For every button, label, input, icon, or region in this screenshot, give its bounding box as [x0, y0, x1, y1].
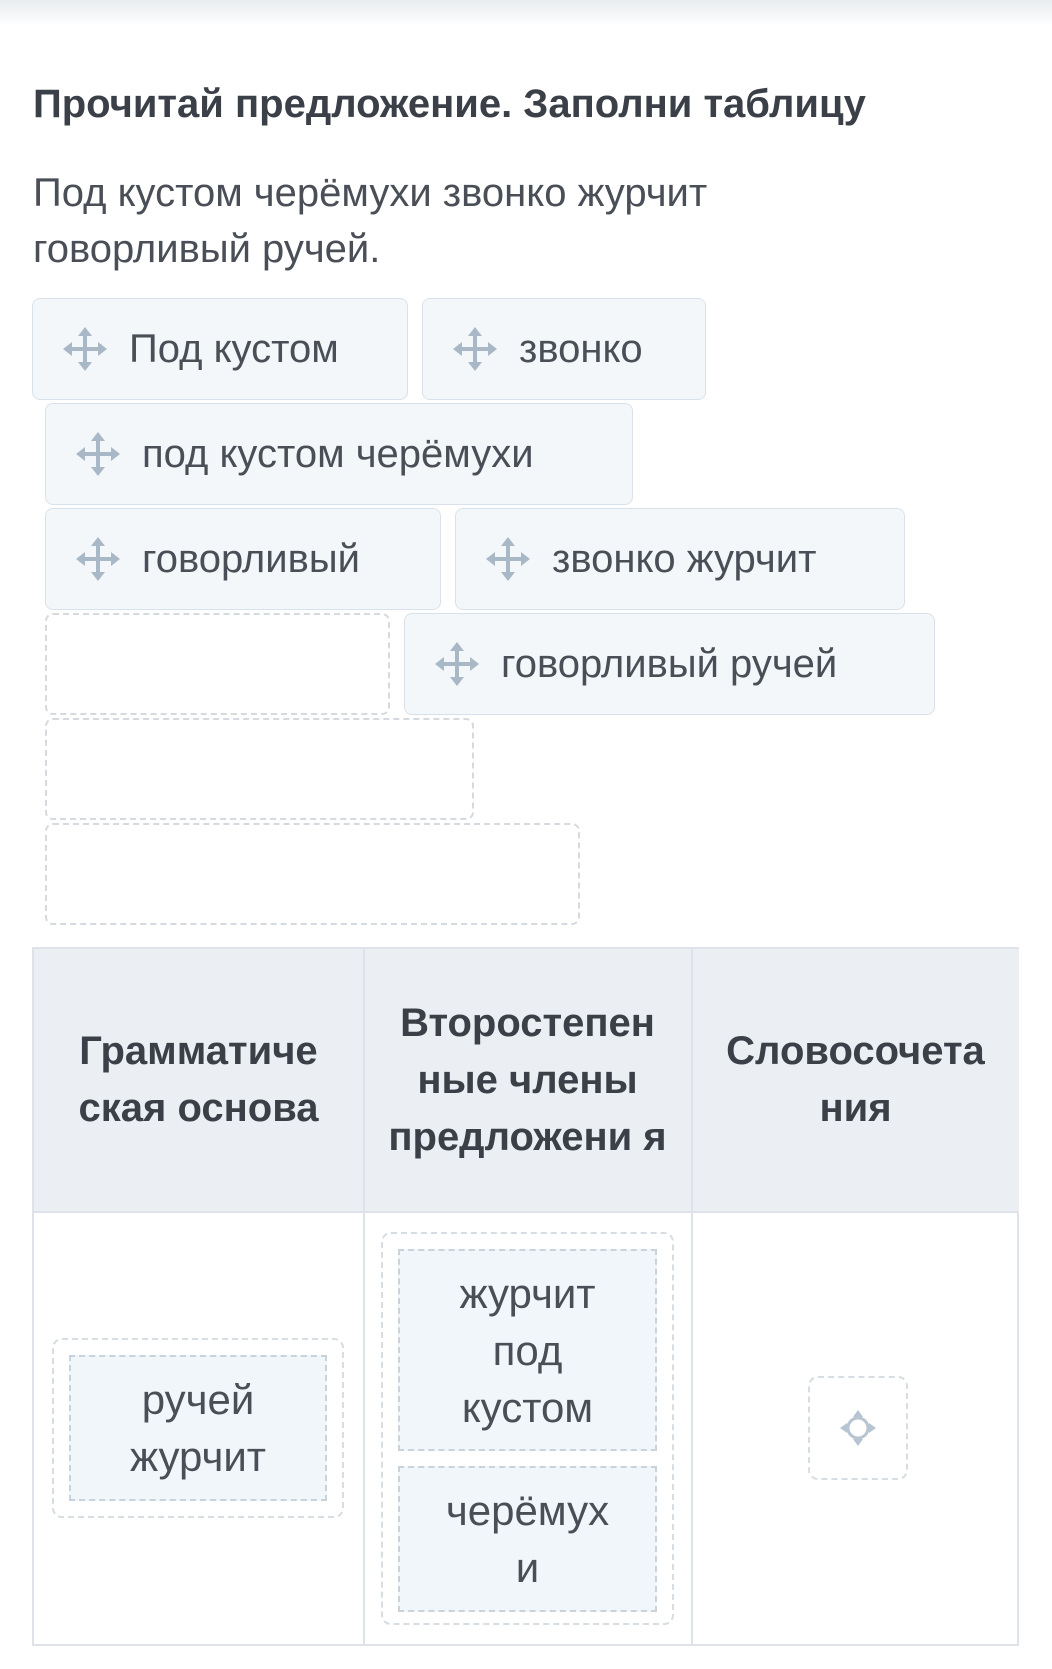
answer-card-label: журчит под кустом — [459, 1269, 596, 1431]
drop-zone-grammatical-basis[interactable]: ручей журчит — [52, 1338, 344, 1518]
move-icon — [76, 432, 120, 476]
header-secondary-members: Второстепен ные члены предложени я — [363, 949, 692, 1213]
answer-card-label: черёмух и — [445, 1487, 610, 1591]
answer-card[interactable]: журчит под кустом — [398, 1249, 657, 1451]
header-label: Второстепен ные члены предложени я — [388, 1000, 667, 1159]
move-icon — [76, 537, 120, 581]
chip-zvonko-zhurchit[interactable]: звонко журчит — [455, 508, 905, 610]
chip-label: звонко — [519, 326, 643, 371]
chip-zvonko[interactable]: звонко — [422, 298, 706, 400]
task-sentence: Под кустом черёмухи звонко журчит говорл… — [33, 171, 708, 271]
column-divider — [363, 949, 365, 1644]
header-label: Грамматиче ская основа — [78, 1029, 319, 1130]
chip-label: говорливый ручей — [501, 641, 838, 686]
answer-card[interactable]: черёмух и — [398, 1466, 657, 1612]
move-icon — [486, 537, 530, 581]
chip-govorlivyi[interactable]: говорливый — [45, 508, 441, 610]
chip-govorlivyi-ruchei[interactable]: говорливый ручей — [404, 613, 935, 715]
answer-card-label: ручей журчит — [129, 1376, 267, 1480]
chip-pod-kustom[interactable]: Под кустом — [32, 298, 408, 400]
drop-zone-secondary-members[interactable]: журчит под кустом черёмух и — [381, 1232, 674, 1625]
move-icon — [435, 642, 479, 686]
answer-card[interactable]: ручей журчит — [69, 1355, 327, 1501]
chip-label: Под кустом — [129, 326, 339, 371]
chip-label: под кустом черёмухи — [142, 431, 534, 476]
chip-pod-kustom-cheremukhi[interactable]: под кустом черёмухи — [45, 403, 633, 505]
task-title: Прочитай предложение. Заполни таблицу — [33, 82, 866, 126]
classification-table: Грамматиче ская основа Второстепен ные ч… — [32, 947, 1019, 1646]
chip-label: говорливый — [142, 536, 360, 581]
header-word-combinations: Словосочета ния — [692, 949, 1019, 1213]
empty-slot — [45, 613, 390, 715]
drop-zone-word-combinations[interactable] — [808, 1376, 908, 1480]
empty-slot — [45, 718, 474, 820]
empty-slot — [45, 823, 580, 925]
column-divider — [691, 949, 693, 1644]
target-icon — [838, 1408, 878, 1448]
move-icon — [453, 327, 497, 371]
top-bar — [0, 0, 1052, 26]
header-label: Словосочета ния — [726, 1029, 985, 1130]
header-grammatical-basis: Грамматиче ская основа — [34, 949, 363, 1213]
move-icon — [63, 327, 107, 371]
chip-label: звонко журчит — [552, 536, 817, 581]
